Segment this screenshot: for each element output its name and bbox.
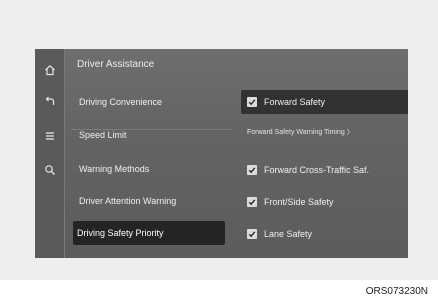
home-icon	[44, 64, 56, 76]
front-side-safety-checkbox[interactable]	[247, 197, 257, 207]
search-icon	[44, 164, 56, 176]
figure-frame: Driver Assistance Driving Convenience Sp…	[0, 0, 438, 280]
menu-item-label: Warning Methods	[79, 164, 150, 174]
menu-item-speed-limit[interactable]: Speed Limit	[75, 123, 225, 147]
menu-item-label: Driving Safety Priority	[77, 228, 164, 238]
warning-timing-link[interactable]: Forward Safety Warning Timing 〉	[247, 125, 354, 139]
back-icon	[44, 96, 56, 108]
forward-cross-traffic-option[interactable]: Forward Cross-Traffic Saf.	[247, 159, 407, 181]
lane-safety-option[interactable]: Lane Safety	[247, 223, 407, 245]
forward-safety-option[interactable]: Forward Safety	[241, 90, 408, 114]
menu-item-label: Driver Attention Warning	[79, 196, 177, 206]
menu-item-driving-convenience[interactable]: Driving Convenience	[75, 90, 225, 114]
option-label: Forward Safety	[264, 97, 326, 107]
menu-button[interactable]	[35, 119, 64, 153]
menu-item-warning-methods[interactable]: Warning Methods	[75, 157, 225, 181]
forward-safety-checkbox[interactable]	[247, 97, 257, 107]
menu-icon	[44, 130, 56, 142]
search-button[interactable]	[35, 153, 64, 187]
option-label: Front/Side Safety	[264, 197, 334, 207]
lane-safety-checkbox[interactable]	[247, 229, 257, 239]
home-button[interactable]	[35, 53, 64, 87]
warning-timing-label: Forward Safety Warning Timing 〉	[247, 129, 354, 136]
menu-item-label: Driving Convenience	[79, 97, 163, 107]
option-label: Lane Safety	[264, 229, 313, 239]
front-side-safety-option[interactable]: Front/Side Safety	[247, 191, 407, 213]
option-label: Forward Cross-Traffic Saf.	[264, 165, 370, 175]
menu-item-driving-safety-priority[interactable]: Driving Safety Priority	[73, 221, 225, 245]
page-title: Driver Assistance	[77, 59, 155, 70]
forward-cross-traffic-checkbox[interactable]	[247, 165, 257, 175]
side-rail	[35, 49, 65, 258]
menu-item-driver-attention-warning[interactable]: Driver Attention Warning	[75, 189, 225, 213]
infotainment-screen: Driver Assistance Driving Convenience Sp…	[35, 49, 408, 258]
figure-caption: ORS073230N	[365, 286, 428, 297]
menu-item-label: Speed Limit	[79, 130, 127, 140]
options-panel: Forward Safety Forward Safety Warning Ti…	[239, 85, 408, 258]
back-button[interactable]	[35, 85, 64, 119]
